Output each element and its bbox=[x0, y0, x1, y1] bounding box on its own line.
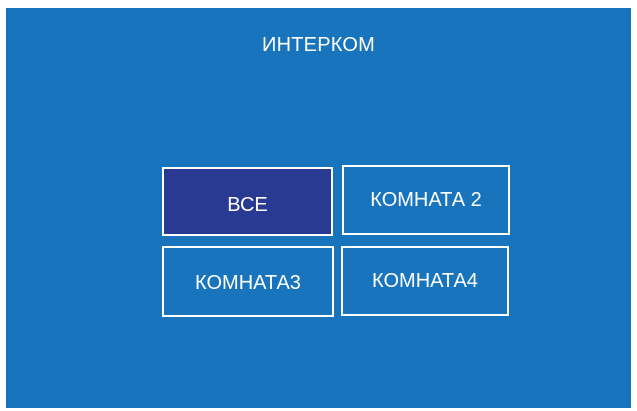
room-3-button[interactable]: КОМНАТА3 bbox=[162, 246, 334, 317]
room-4-button-label: КОМНАТА4 bbox=[372, 269, 478, 292]
screen-title: ИНТЕРКОМ bbox=[262, 34, 375, 56]
intercom-panel: ИНТЕРКОМ ВСЕ КОМНАТА 2 КОМНАТА3 КОМНАТА4 bbox=[6, 8, 631, 408]
all-rooms-button[interactable]: ВСЕ bbox=[162, 167, 333, 236]
all-rooms-button-label: ВСЕ bbox=[227, 194, 268, 216]
room-4-button[interactable]: КОМНАТА4 bbox=[341, 246, 509, 316]
room-2-button[interactable]: КОМНАТА 2 bbox=[342, 165, 510, 235]
room-3-button-label: КОМНАТА3 bbox=[195, 272, 301, 294]
room-2-button-label: КОМНАТА 2 bbox=[370, 188, 482, 211]
